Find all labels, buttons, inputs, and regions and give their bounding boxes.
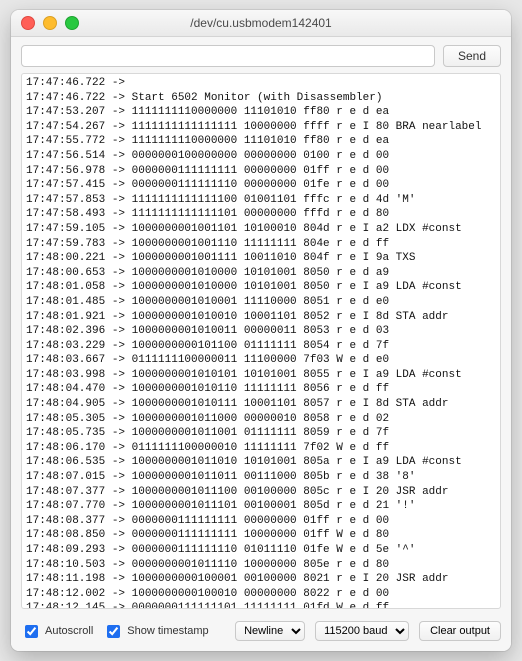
zoom-icon[interactable]: [65, 16, 79, 30]
titlebar: /dev/cu.usbmodem142401: [11, 10, 511, 37]
autoscroll-label: Autoscroll: [45, 625, 93, 637]
command-input[interactable]: [21, 45, 435, 67]
serial-monitor-window: /dev/cu.usbmodem142401 Send 17:47:46.722…: [11, 10, 511, 651]
bottom-bar: Autoscroll Show timestamp Newline 115200…: [11, 615, 511, 651]
timestamp-label: Show timestamp: [127, 625, 208, 637]
close-icon[interactable]: [21, 16, 35, 30]
minimize-icon[interactable]: [43, 16, 57, 30]
console-text: 17:47:46.722 -> 17:47:46.722 -> Start 65…: [26, 76, 496, 609]
console-output[interactable]: 17:47:46.722 -> 17:47:46.722 -> Start 65…: [21, 73, 501, 609]
timestamp-input[interactable]: [107, 625, 120, 638]
clear-output-button[interactable]: Clear output: [419, 621, 501, 641]
autoscroll-checkbox[interactable]: Autoscroll: [21, 622, 93, 641]
window-title: /dev/cu.usbmodem142401: [11, 16, 511, 30]
window-controls: [11, 16, 79, 30]
autoscroll-input[interactable]: [25, 625, 38, 638]
timestamp-checkbox[interactable]: Show timestamp: [103, 622, 208, 641]
input-row: Send: [11, 37, 511, 73]
line-ending-select[interactable]: Newline: [235, 621, 305, 641]
send-button[interactable]: Send: [443, 45, 501, 67]
baud-rate-select[interactable]: 115200 baud: [315, 621, 409, 641]
